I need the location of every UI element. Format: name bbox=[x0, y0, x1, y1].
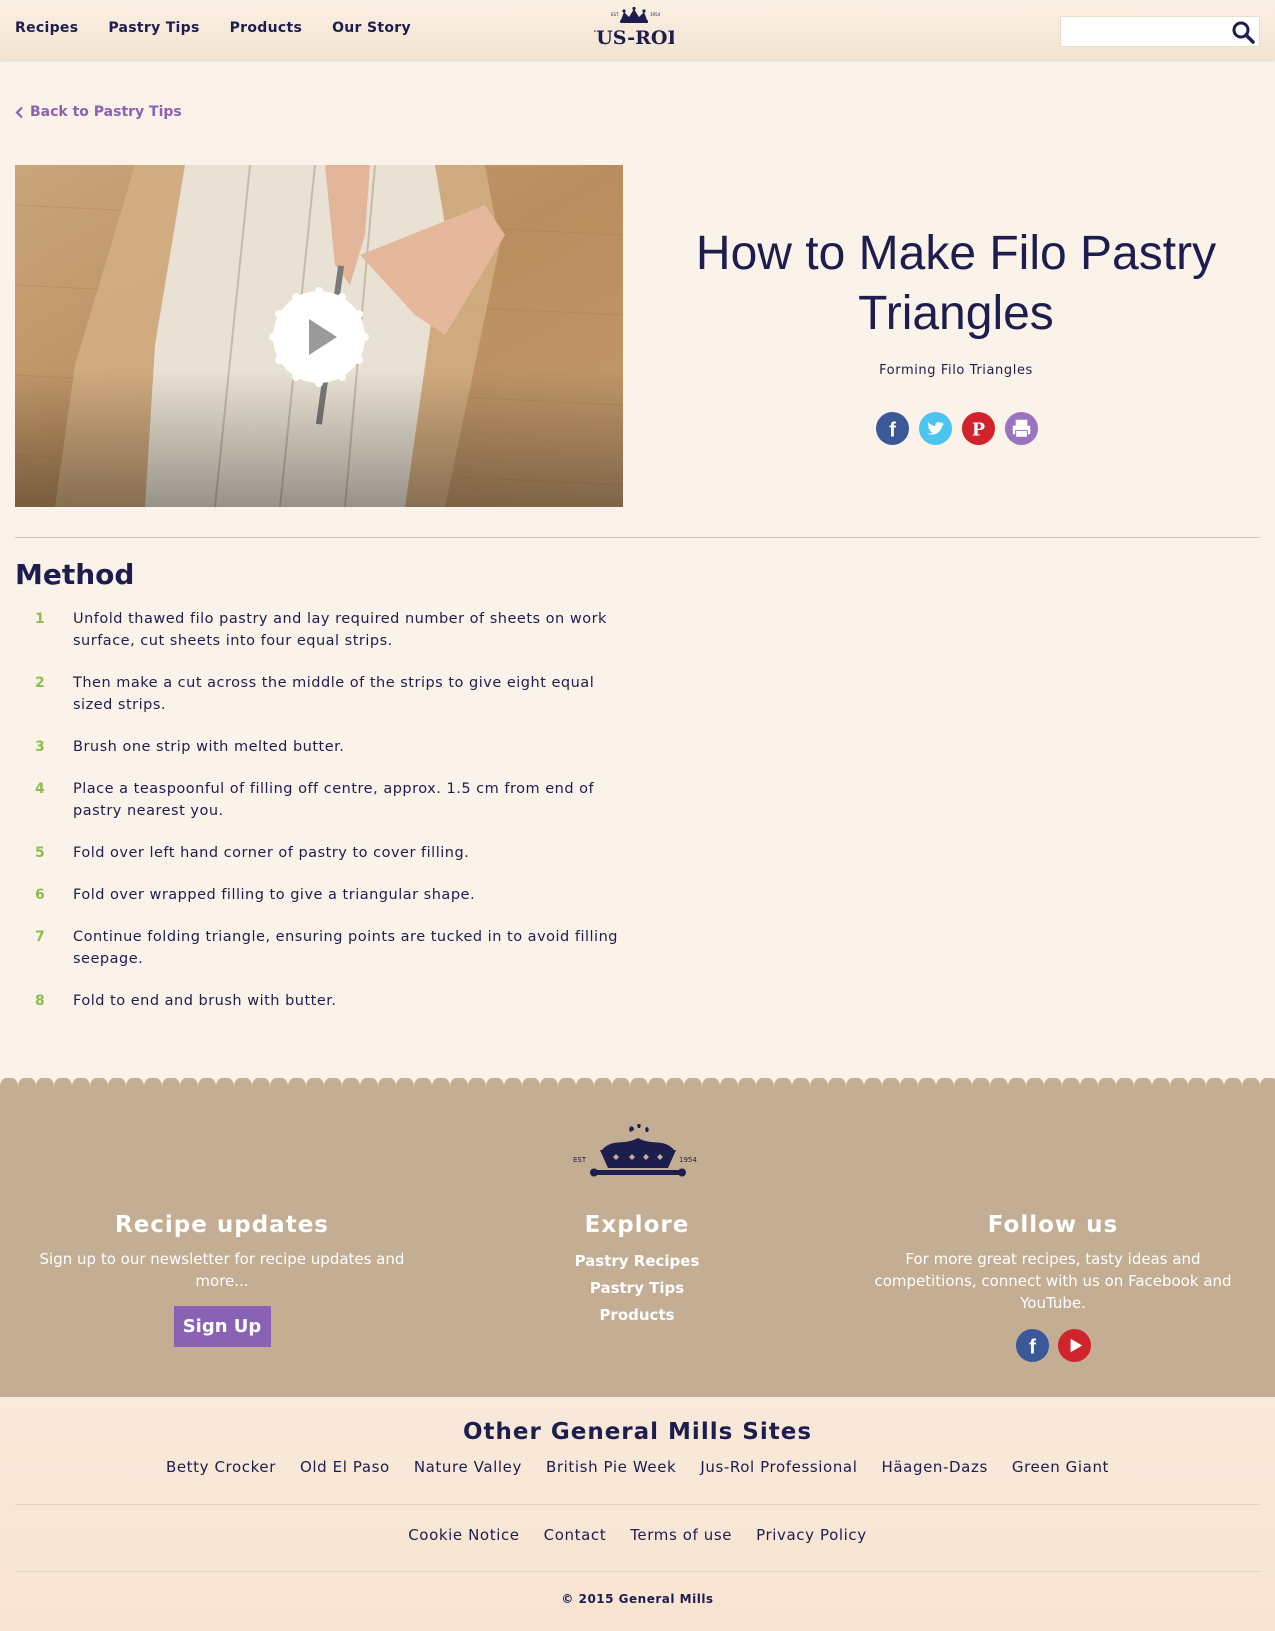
play-icon[interactable] bbox=[269, 287, 369, 387]
link-contact[interactable]: Contact bbox=[544, 1526, 607, 1544]
crown-pie-icon: EST 1954 bbox=[573, 1124, 697, 1177]
site-footer: EST 1954 Recipe updates Sign up to our n… bbox=[0, 1078, 1275, 1397]
link-jus-rol-professional[interactable]: Jus-Rol Professional bbox=[700, 1458, 857, 1476]
chevron-left-icon bbox=[15, 106, 23, 118]
explore-column: Explore Pastry Recipes Pastry Tips Produ… bbox=[442, 1212, 832, 1329]
site-header: Recipes Pastry Tips Products Our Story E… bbox=[0, 0, 1275, 60]
link-terms-of-use[interactable]: Terms of use bbox=[630, 1526, 732, 1544]
link-green-giant[interactable]: Green Giant bbox=[1012, 1458, 1109, 1476]
copyright: © 2015 General Mills bbox=[561, 1592, 714, 1606]
step-number: 5 bbox=[35, 845, 45, 861]
video-player[interactable] bbox=[15, 165, 623, 507]
method-heading: Method bbox=[15, 558, 135, 591]
step-text: Then make a cut across the middle of the… bbox=[73, 675, 595, 713]
crest-est: EST bbox=[573, 1156, 587, 1164]
step-item: 6 Fold over wrapped filling to give a tri… bbox=[15, 884, 635, 906]
logo-year: 1954 bbox=[650, 12, 661, 17]
step-number: 2 bbox=[35, 675, 45, 691]
step-item: 4 Place a teaspoonful of filling off cent… bbox=[15, 778, 635, 822]
step-number: 3 bbox=[35, 739, 45, 755]
step-text: Unfold thawed filo pastry and lay requir… bbox=[73, 611, 607, 649]
legal-links: Cookie Notice Contact Terms of use Priva… bbox=[0, 1526, 1275, 1544]
recipe-updates-text: Sign up to our newsletter for recipe upd… bbox=[39, 1250, 405, 1290]
scallop-border bbox=[0, 1078, 1275, 1090]
content-divider bbox=[15, 537, 1260, 538]
twitter-icon[interactable] bbox=[918, 411, 953, 446]
footer-link-pastry-recipes[interactable]: Pastry Recipes bbox=[442, 1248, 832, 1275]
link-cookie-notice[interactable]: Cookie Notice bbox=[408, 1526, 519, 1544]
crest-year: 1954 bbox=[679, 1156, 697, 1164]
search-input[interactable] bbox=[1061, 17, 1221, 46]
step-item: 5 Fold over left hand corner of pastry to… bbox=[15, 842, 635, 864]
svg-text:f: f bbox=[889, 419, 896, 441]
youtube-icon[interactable] bbox=[1057, 1328, 1092, 1363]
back-to-pastry-tips-link[interactable]: Back to Pastry Tips bbox=[15, 104, 182, 120]
footer-link-products[interactable]: Products bbox=[442, 1302, 832, 1329]
link-nature-valley[interactable]: Nature Valley bbox=[414, 1458, 522, 1476]
step-number: 1 bbox=[35, 611, 45, 627]
sign-up-button[interactable]: Sign Up bbox=[173, 1306, 271, 1347]
facebook-icon[interactable]: f bbox=[875, 411, 910, 446]
link-haagen-dazs[interactable]: Häagen-Dazs bbox=[882, 1458, 988, 1476]
step-item: 3 Brush one strip with melted butter. bbox=[15, 736, 635, 758]
link-betty-crocker[interactable]: Betty Crocker bbox=[166, 1458, 276, 1476]
follow-us-text: For more great recipes, tasty ideas and … bbox=[874, 1250, 1232, 1312]
step-item: 8 Fold to end and brush with butter. bbox=[15, 990, 635, 1012]
footer-link-pastry-tips[interactable]: Pastry Tips bbox=[442, 1275, 832, 1302]
method-steps: 1 Unfold thawed filo pastry and lay requi… bbox=[15, 608, 635, 1032]
step-number: 4 bbox=[35, 781, 45, 797]
step-number: 6 bbox=[35, 887, 45, 903]
recipe-updates-heading: Recipe updates bbox=[114, 1212, 329, 1238]
search-box bbox=[1060, 16, 1260, 47]
svg-text:f: f bbox=[1029, 1336, 1036, 1358]
step-item: 2 Then make a cut across the middle of th… bbox=[15, 672, 635, 716]
step-number: 8 bbox=[35, 993, 45, 1009]
follow-us-heading: Follow us bbox=[987, 1212, 1119, 1238]
bottom-divider bbox=[15, 1571, 1260, 1572]
follow-us-column: Follow us For more great recipes, tasty … bbox=[858, 1212, 1248, 1363]
step-number: 7 bbox=[35, 929, 45, 945]
step-item: 7 Continue folding triangle, ensuring poi… bbox=[15, 926, 635, 970]
step-text: Fold to end and brush with butter. bbox=[73, 993, 337, 1009]
jus-rol-logo[interactable]: EST 1954 JUS-ROL bbox=[594, 6, 674, 52]
step-text: Place a teaspoonful of filling off centr… bbox=[73, 781, 595, 819]
nav-products[interactable]: Products bbox=[230, 20, 303, 36]
bottom-bar: Other General Mills Sites Betty Crocker … bbox=[0, 1397, 1275, 1631]
search-icon[interactable] bbox=[1231, 20, 1255, 44]
print-icon[interactable] bbox=[1004, 411, 1039, 446]
bottom-divider bbox=[15, 1504, 1260, 1505]
back-link-label: Back to Pastry Tips bbox=[30, 104, 182, 120]
nav-pastry-tips[interactable]: Pastry Tips bbox=[108, 20, 199, 36]
link-privacy-policy[interactable]: Privacy Policy bbox=[756, 1526, 867, 1544]
share-buttons: f P bbox=[875, 411, 1039, 446]
step-text: Continue folding triangle, ensuring poin… bbox=[73, 929, 618, 967]
pinterest-icon[interactable]: P bbox=[961, 411, 996, 446]
logo-wordmark: JUS-ROL bbox=[594, 27, 674, 49]
nav-our-story[interactable]: Our Story bbox=[332, 20, 411, 36]
explore-heading: Explore bbox=[584, 1212, 690, 1238]
nav-recipes[interactable]: Recipes bbox=[15, 20, 78, 36]
logo-est: EST bbox=[611, 12, 619, 17]
link-british-pie-week[interactable]: British Pie Week bbox=[546, 1458, 676, 1476]
facebook-icon[interactable]: f bbox=[1015, 1328, 1050, 1363]
recipe-updates-column: Recipe updates Sign up to our newsletter… bbox=[27, 1212, 417, 1347]
step-text: Brush one strip with melted butter. bbox=[73, 739, 345, 755]
page-title: How to Make Filo Pastry Triangles bbox=[695, 227, 1217, 340]
step-text: Fold over left hand corner of pastry to … bbox=[73, 845, 470, 861]
page-subtitle: Forming Filo Triangles bbox=[879, 363, 1033, 378]
link-old-el-paso[interactable]: Old El Paso bbox=[300, 1458, 390, 1476]
step-text: Fold over wrapped filling to give a tria… bbox=[73, 887, 476, 903]
other-sites-links: Betty Crocker Old El Paso Nature Valley … bbox=[0, 1458, 1275, 1476]
main-nav: Recipes Pastry Tips Products Our Story bbox=[15, 20, 411, 36]
step-item: 1 Unfold thawed filo pastry and lay requi… bbox=[15, 608, 635, 652]
svg-text:P: P bbox=[972, 420, 985, 440]
other-sites-heading: Other General Mills Sites bbox=[462, 1419, 813, 1445]
